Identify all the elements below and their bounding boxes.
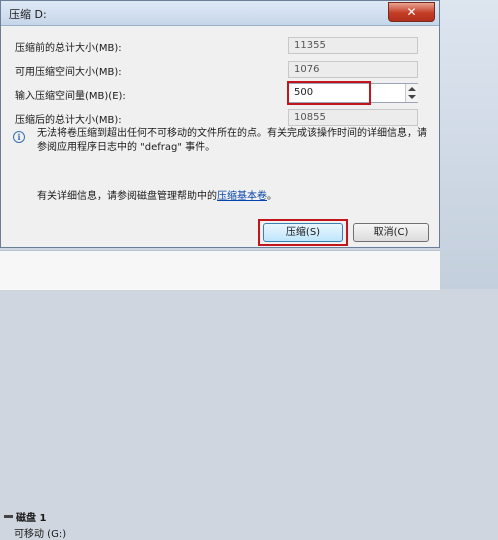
help-text: 有关详细信息，请参阅磁盘管理帮助中的压缩基本卷。 <box>37 187 277 202</box>
title-bar[interactable]: 压缩 D: ✕ <box>1 1 439 26</box>
available-shrink-space-label: 可用压缩空间大小(MB): <box>15 67 122 78</box>
disk-management-panel: 磁盘 1 可移动 (G:) <box>0 250 440 540</box>
spin-down-icon[interactable] <box>408 95 416 99</box>
disk-type-label: 可移动 (G:) <box>14 529 67 540</box>
help-suffix: 。 <box>267 191 277 202</box>
help-prefix: 有关详细信息，请参阅磁盘管理帮助中的 <box>37 191 217 202</box>
dialog-title: 压缩 D: <box>9 8 47 21</box>
total-size-after-label: 压缩后的总计大小(MB): <box>15 115 122 126</box>
total-size-before-label: 压缩前的总计大小(MB): <box>15 43 122 54</box>
button-highlight <box>258 219 348 246</box>
disk-label: 磁盘 1 <box>16 513 47 524</box>
input-highlight <box>287 81 371 105</box>
total-size-before-value: 11355 <box>288 37 418 54</box>
disk-icon <box>4 515 13 518</box>
shrink-amount-spinner[interactable] <box>405 84 418 102</box>
cancel-button[interactable]: 取消(C) <box>353 223 429 242</box>
shrink-amount-label: 输入压缩空间量(MB)(E): <box>15 91 126 102</box>
info-message: 无法将卷压缩到超出任何不可移动的文件所在的点。有关完成该操作时间的详细信息，请参… <box>37 128 427 153</box>
background-window-edge <box>440 0 498 289</box>
shrink-basic-volume-link[interactable]: 压缩基本卷 <box>217 191 267 202</box>
shrink-dialog: 压缩 D: ✕ 压缩前的总计大小(MB): 11355 可用压缩空间大小(MB)… <box>0 0 440 248</box>
close-button[interactable]: ✕ <box>388 2 435 22</box>
spin-up-icon[interactable] <box>408 87 416 91</box>
available-shrink-space-value: 1076 <box>288 61 418 78</box>
total-size-after-value: 10855 <box>288 109 418 126</box>
info-icon: i <box>13 131 25 143</box>
